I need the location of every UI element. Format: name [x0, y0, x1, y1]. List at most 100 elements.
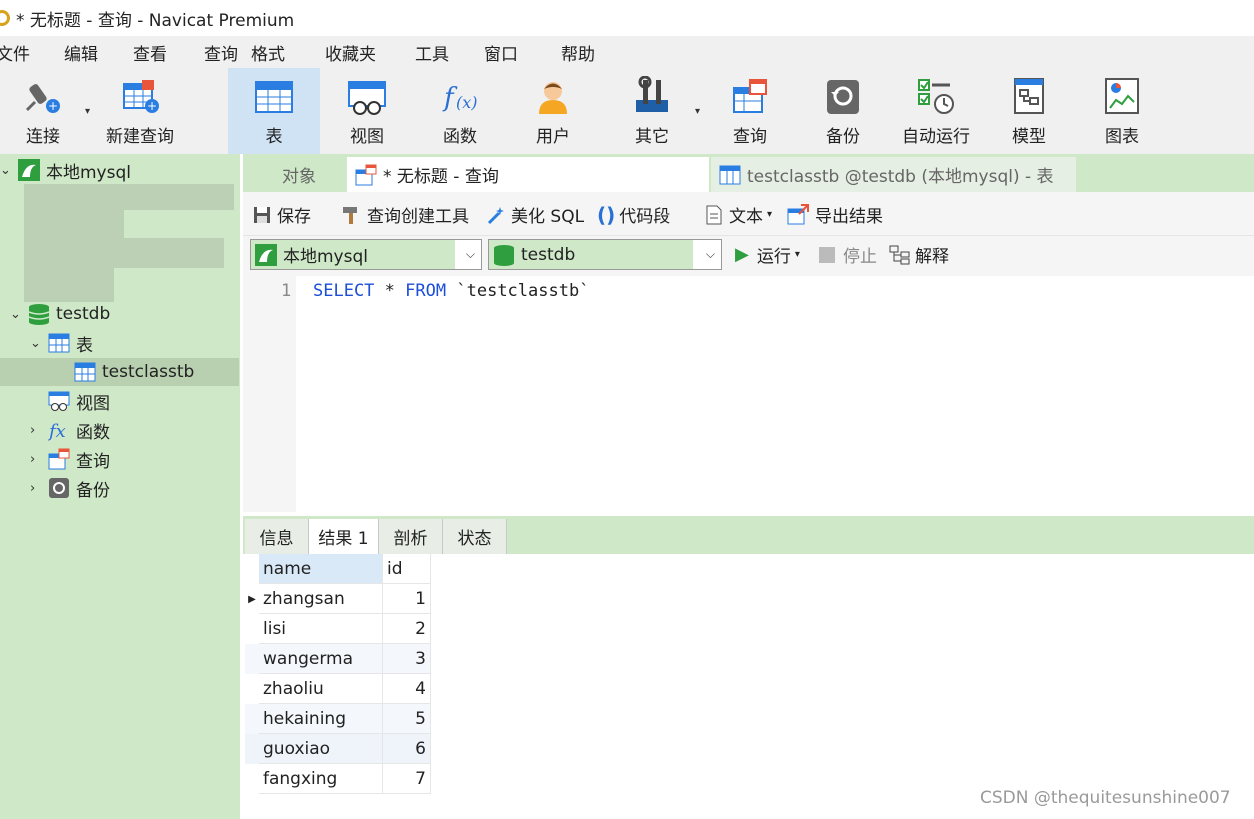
- toolbar-new-query-button[interactable]: + 新建查询: [100, 68, 180, 154]
- chevron-down-icon[interactable]: ⌄: [10, 307, 24, 322]
- menu-query[interactable]: 查询: [204, 40, 238, 65]
- chevron-right-icon[interactable]: ›: [30, 452, 44, 467]
- sql-keyword: SELECT: [313, 281, 375, 301]
- line-number-gutter: 1: [243, 276, 296, 512]
- tree-tables-folder[interactable]: ⌄ 表: [30, 329, 93, 357]
- tab-result-1[interactable]: 结果 1: [309, 519, 379, 554]
- tree-queries-folder[interactable]: › 查询: [30, 445, 110, 473]
- tab-table-testclasstb[interactable]: testclasstb @testdb (本地mysql) - 表: [711, 157, 1076, 192]
- table-row[interactable]: wangerma 3: [245, 644, 431, 674]
- code-snippet-button[interactable]: () 代码段: [597, 202, 670, 228]
- toolbar-view-button[interactable]: 视图: [322, 68, 412, 154]
- beautify-sql-button[interactable]: 美化 SQL: [485, 202, 584, 227]
- mysql-connection-icon: [18, 159, 40, 181]
- cell-name[interactable]: fangxing: [259, 764, 383, 794]
- menu-help[interactable]: 帮助: [561, 40, 595, 65]
- explain-button[interactable]: 解释: [889, 242, 949, 267]
- cell-id[interactable]: 7: [383, 764, 431, 794]
- tree-views-folder[interactable]: 视图: [44, 387, 110, 415]
- toolbar-user-button[interactable]: 用户: [508, 68, 598, 154]
- menu-window[interactable]: 窗口: [484, 40, 518, 65]
- cell-id[interactable]: 4: [383, 674, 431, 704]
- menu-format[interactable]: 格式: [251, 40, 285, 65]
- run-button[interactable]: ▶ 运行 ▾: [735, 242, 800, 267]
- table-row[interactable]: zhaoliu 4: [245, 674, 431, 704]
- toolbar-query-button[interactable]: 查询: [705, 68, 795, 154]
- text-dropdown-arrow[interactable]: ▾: [767, 209, 772, 220]
- cell-name[interactable]: guoxiao: [259, 734, 383, 764]
- tab-query-untitled[interactable]: * 无标题 - 查询: [347, 157, 709, 192]
- redacted-area: [24, 238, 224, 268]
- table-row[interactable]: guoxiao 6: [245, 734, 431, 764]
- other-dropdown-arrow[interactable]: ▾: [695, 106, 700, 117]
- document-icon: [705, 205, 723, 225]
- sql-code-line: SELECT * FROM `testclasstb`: [313, 281, 589, 301]
- menu-favorites[interactable]: 收藏夹: [325, 40, 376, 65]
- menu-edit[interactable]: 编辑: [64, 40, 98, 65]
- table-row[interactable]: hekaining 5: [245, 704, 431, 734]
- cell-id[interactable]: 1: [383, 584, 431, 614]
- navicat-logo-icon: [0, 10, 10, 26]
- cell-name[interactable]: hekaining: [259, 704, 383, 734]
- toolbar-automation-button[interactable]: 自动运行: [890, 68, 982, 154]
- query-builder-button[interactable]: 查询创建工具: [341, 202, 469, 227]
- tree-table-testclasstb[interactable]: testclasstb: [0, 358, 239, 386]
- run-dropdown-arrow[interactable]: ▾: [795, 249, 800, 260]
- table-row[interactable]: fangxing 7: [245, 764, 431, 794]
- tree-backups-folder[interactable]: › 备份: [30, 474, 110, 502]
- table-row[interactable]: ▶ zhangsan 1: [245, 584, 431, 614]
- save-button[interactable]: 保存: [253, 202, 311, 227]
- export-table-icon: [787, 203, 809, 226]
- tab-info[interactable]: 信息: [245, 519, 309, 554]
- chevron-down-icon[interactable]: ⌄: [30, 336, 44, 351]
- menu-tools[interactable]: 工具: [415, 40, 449, 65]
- toolbar-chart-button[interactable]: 图表: [1077, 68, 1167, 154]
- menu-view[interactable]: 查看: [133, 40, 167, 65]
- tab-profile[interactable]: 剖析: [379, 519, 443, 554]
- connect-dropdown-arrow[interactable]: ▾: [85, 106, 90, 117]
- grid-header-row: name id: [245, 554, 431, 584]
- column-header-id[interactable]: id: [383, 554, 431, 584]
- document-tab-bar: 对象 * 无标题 - 查询 testclasstb @testdb (本地mys…: [243, 154, 1254, 192]
- toolbar-function-button[interactable]: f (x) 函数: [415, 68, 505, 154]
- tree-connection[interactable]: ⌄ 本地mysql: [0, 156, 131, 184]
- tab-objects[interactable]: 对象: [243, 157, 347, 192]
- connection-select[interactable]: 本地mysql ⌵: [250, 239, 482, 270]
- query-icon: [48, 448, 70, 470]
- cell-name[interactable]: wangerma: [259, 644, 383, 674]
- cell-id[interactable]: 5: [383, 704, 431, 734]
- stop-button[interactable]: 停止: [819, 242, 877, 267]
- toolbar-backup-button[interactable]: 备份: [798, 68, 888, 154]
- database-select[interactable]: testdb ⌵: [488, 239, 722, 270]
- sql-keyword: FROM: [405, 281, 447, 301]
- chevron-right-icon[interactable]: ›: [30, 481, 44, 496]
- cell-name[interactable]: lisi: [259, 614, 383, 644]
- toolbar-connect-button[interactable]: + 连接: [8, 68, 78, 154]
- chevron-down-icon[interactable]: ⌄: [0, 163, 14, 178]
- chevron-down-icon[interactable]: ⌵: [466, 247, 475, 262]
- text-mode-button[interactable]: 文本 ▾: [705, 202, 772, 227]
- chevron-down-icon[interactable]: ⌵: [706, 247, 715, 262]
- table-row[interactable]: lisi 2: [245, 614, 431, 644]
- column-header-name[interactable]: name: [259, 554, 383, 584]
- tab-status[interactable]: 状态: [443, 519, 507, 554]
- cell-name[interactable]: zhaoliu: [259, 674, 383, 704]
- window-title: * 无标题 - 查询 - Navicat Premium: [16, 10, 295, 31]
- cell-id[interactable]: 3: [383, 644, 431, 674]
- svg-text:+: +: [147, 99, 157, 113]
- export-results-button[interactable]: 导出结果: [787, 202, 883, 227]
- tree-database-testdb[interactable]: ⌄ testdb: [10, 300, 110, 328]
- sql-editor[interactable]: 1 SELECT * FROM `testclasstb`: [243, 276, 1254, 512]
- menu-file[interactable]: 文件: [0, 40, 30, 65]
- tree-functions-folder[interactable]: › fx 函数: [30, 416, 110, 444]
- cell-id[interactable]: 6: [383, 734, 431, 764]
- database-icon: [493, 244, 515, 266]
- cell-name[interactable]: zhangsan: [259, 584, 383, 614]
- cell-id[interactable]: 2: [383, 614, 431, 644]
- toolbar-model-button[interactable]: 模型: [984, 68, 1074, 154]
- connect-plug-icon: +: [23, 76, 63, 116]
- parentheses-icon: (): [597, 202, 616, 227]
- toolbar-table-button[interactable]: 表: [228, 68, 320, 154]
- toolbar-other-button[interactable]: 其它: [607, 68, 697, 154]
- chevron-right-icon[interactable]: ›: [30, 423, 44, 438]
